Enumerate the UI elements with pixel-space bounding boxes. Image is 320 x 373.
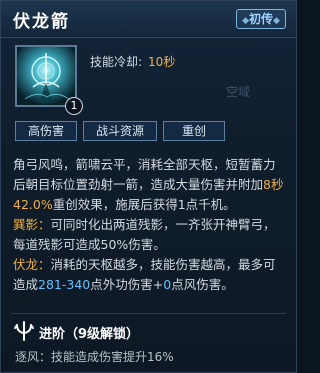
cooldown-label: 技能冷却:: [90, 55, 143, 69]
description-main: 角弓风鸣，箭啸云平，消耗全部天枢，短暂蓄力后朝目标位置劲射一箭，造成大量伤害并附…: [13, 157, 284, 212]
rank-label: 初传: [248, 12, 273, 26]
tag-combat-resource: 战斗资源: [83, 121, 157, 141]
cooldown-value: 10秒: [148, 55, 176, 69]
background-label: 空域: [226, 85, 251, 99]
advance-title: 进阶（9级解锁）: [39, 327, 140, 342]
description-sub-xunying: 巽影：可同时化出两道残影，一齐张开神臂弓，每道残影可造成50%伤害。: [13, 217, 276, 252]
tag-heavy-wound: 重创: [163, 121, 225, 141]
trident-icon: [13, 320, 35, 342]
diamond-icon: ◆: [242, 16, 249, 26]
skill-tags: 高伤害 战斗资源 重创: [15, 121, 283, 143]
skill-level-badge: 1: [65, 97, 83, 115]
description-sub-fulong: 伏龙：消耗的天枢越多，技能伤害越高，最多可造成281-340点外功伤害+0点风伤…: [13, 257, 276, 292]
skill-icon: [15, 45, 77, 107]
skill-tooltip: 伏龙箭 ◆初传◆ 1 技能冷却: 10秒 空域 高伤害 战斗资源 重创 角弓风鸣…: [0, 0, 297, 373]
tag-high-damage: 高伤害: [15, 121, 77, 141]
tooltip-header: 伏龙箭 ◆初传◆: [1, 1, 296, 38]
cooldown-row: 技能冷却: 10秒: [90, 53, 175, 70]
skill-name: 伏龙箭: [13, 12, 70, 32]
diamond-icon: ◆: [273, 16, 280, 26]
skill-description: 角弓风鸣，箭啸云平，消耗全部天枢，短暂蓄力后朝目标位置劲射一箭，造成大量伤害并附…: [13, 155, 285, 295]
rank-badge: ◆初传◆: [236, 9, 286, 29]
divider: [11, 313, 286, 314]
advance-text: 逐风：技能造成伤害提升16%: [15, 350, 174, 364]
